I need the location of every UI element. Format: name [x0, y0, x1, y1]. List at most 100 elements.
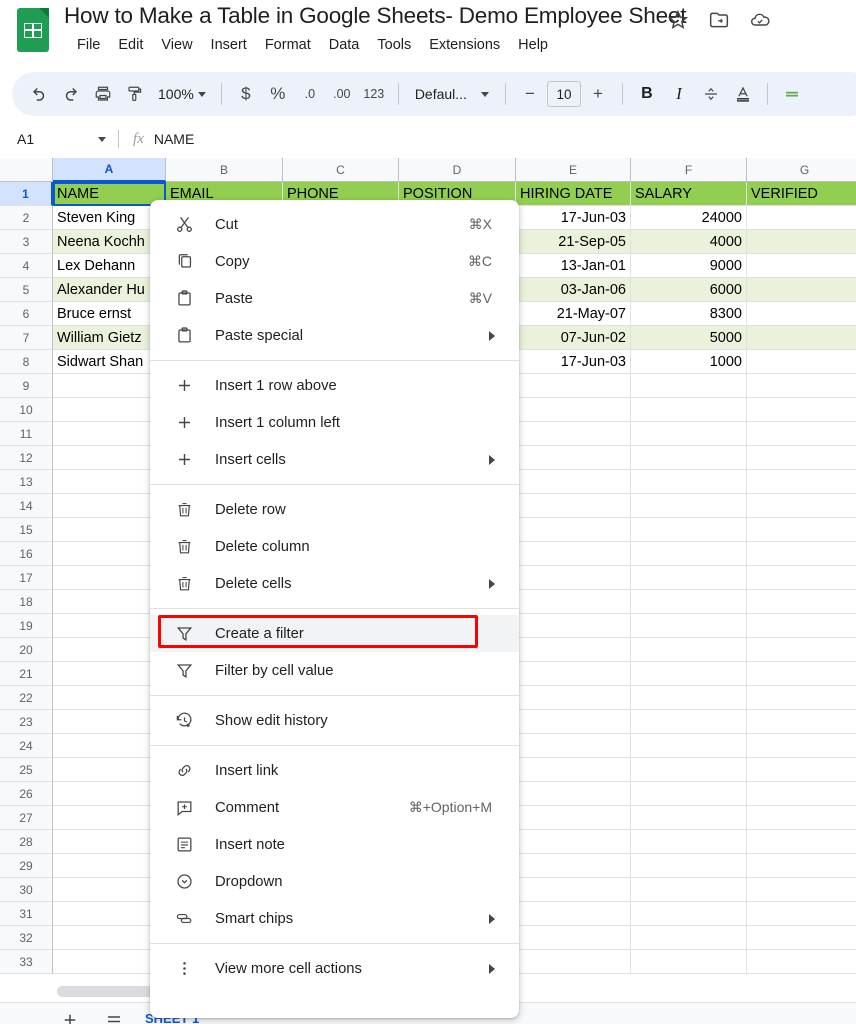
row-header-29[interactable]: 29 [0, 854, 53, 878]
select-all-corner[interactable] [0, 158, 53, 182]
cell-F29[interactable] [631, 854, 747, 878]
menu-item-insert-note[interactable]: Insert note [150, 826, 519, 863]
name-box[interactable]: A1 [0, 122, 118, 156]
menu-help[interactable]: Help [509, 35, 557, 55]
cell-E5[interactable]: 03-Jan-06 [516, 278, 631, 302]
row-header-18[interactable]: 18 [0, 590, 53, 614]
menu-item-delete-row[interactable]: Delete row [150, 491, 519, 528]
cell-G5[interactable] [747, 278, 856, 302]
cell-E13[interactable] [516, 470, 631, 494]
cell-context-menu[interactable]: Cut⌘XCopy⌘CPaste⌘VPaste specialInsert 1 … [150, 200, 519, 1018]
cell-G13[interactable] [747, 470, 856, 494]
cell-E24[interactable] [516, 734, 631, 758]
cell-F4[interactable]: 9000 [631, 254, 747, 278]
menu-item-create-a-filter[interactable]: Create a filter [150, 615, 519, 652]
row-header-33[interactable]: 33 [0, 950, 53, 974]
percent-format-button[interactable]: % [263, 79, 293, 109]
text-color-button[interactable] [728, 79, 758, 109]
cell-F27[interactable] [631, 806, 747, 830]
menu-item-smart-chips[interactable]: Smart chips [150, 900, 519, 937]
cell-F33[interactable] [631, 950, 747, 974]
cell-G14[interactable] [747, 494, 856, 518]
cell-F14[interactable] [631, 494, 747, 518]
cell-F25[interactable] [631, 758, 747, 782]
menu-item-insert-1-row-above[interactable]: Insert 1 row above [150, 367, 519, 404]
menu-item-delete-cells[interactable]: Delete cells [150, 565, 519, 602]
row-header-9[interactable]: 9 [0, 374, 53, 398]
cell-F5[interactable]: 6000 [631, 278, 747, 302]
cell-G17[interactable] [747, 566, 856, 590]
cell-G8[interactable] [747, 350, 856, 374]
cell-E16[interactable] [516, 542, 631, 566]
star-icon[interactable] [668, 10, 688, 30]
column-header-b[interactable]: B [166, 158, 283, 182]
cell-G2[interactable] [747, 206, 856, 230]
cell-G21[interactable] [747, 662, 856, 686]
undo-icon[interactable] [24, 79, 54, 109]
increase-decimal-button[interactable]: .00 [327, 79, 357, 109]
cell-E32[interactable] [516, 926, 631, 950]
row-header-10[interactable]: 10 [0, 398, 53, 422]
menu-format[interactable]: Format [256, 35, 320, 55]
font-size-input[interactable]: 10 [547, 81, 581, 107]
menu-item-paste-special[interactable]: Paste special [150, 317, 519, 354]
cell-G27[interactable] [747, 806, 856, 830]
cell-F20[interactable] [631, 638, 747, 662]
move-to-folder-icon[interactable] [709, 10, 729, 30]
cell-F9[interactable] [631, 374, 747, 398]
cell-F11[interactable] [631, 422, 747, 446]
row-header-2[interactable]: 2 [0, 206, 53, 230]
cloud-saved-icon[interactable] [750, 10, 770, 30]
row-header-15[interactable]: 15 [0, 518, 53, 542]
print-icon[interactable] [88, 79, 118, 109]
google-sheets-icon[interactable] [17, 8, 49, 52]
cell-G1[interactable]: VERIFIED [747, 182, 856, 206]
cell-F26[interactable] [631, 782, 747, 806]
cell-E25[interactable] [516, 758, 631, 782]
cell-F2[interactable]: 24000 [631, 206, 747, 230]
menu-item-insert-cells[interactable]: Insert cells [150, 441, 519, 478]
more-formats-button[interactable]: 123 [359, 79, 389, 109]
row-header-17[interactable]: 17 [0, 566, 53, 590]
row-header-22[interactable]: 22 [0, 686, 53, 710]
cell-G25[interactable] [747, 758, 856, 782]
cell-E29[interactable] [516, 854, 631, 878]
cell-E15[interactable] [516, 518, 631, 542]
zoom-control[interactable]: 100% [152, 79, 212, 109]
cell-G29[interactable] [747, 854, 856, 878]
cell-E8[interactable]: 17-Jun-03 [516, 350, 631, 374]
cell-F12[interactable] [631, 446, 747, 470]
formula-input[interactable]: NAME [154, 131, 194, 147]
cell-G31[interactable] [747, 902, 856, 926]
menu-tools[interactable]: Tools [368, 35, 420, 55]
cell-G16[interactable] [747, 542, 856, 566]
cell-G9[interactable] [747, 374, 856, 398]
column-header-a[interactable]: A [53, 158, 166, 182]
row-header-12[interactable]: 12 [0, 446, 53, 470]
cell-E17[interactable] [516, 566, 631, 590]
cell-G12[interactable] [747, 446, 856, 470]
row-header-25[interactable]: 25 [0, 758, 53, 782]
cell-F16[interactable] [631, 542, 747, 566]
menu-item-view-more-cell-actions[interactable]: View more cell actions [150, 950, 519, 987]
cell-E20[interactable] [516, 638, 631, 662]
row-header-11[interactable]: 11 [0, 422, 53, 446]
cell-F30[interactable] [631, 878, 747, 902]
row-header-5[interactable]: 5 [0, 278, 53, 302]
row-header-26[interactable]: 26 [0, 782, 53, 806]
cell-E23[interactable] [516, 710, 631, 734]
cell-E6[interactable]: 21-May-07 [516, 302, 631, 326]
italic-button[interactable]: I [664, 79, 694, 109]
row-header-7[interactable]: 7 [0, 326, 53, 350]
column-header-e[interactable]: E [516, 158, 631, 182]
decrease-decimal-button[interactable]: .0 [295, 79, 325, 109]
menu-view[interactable]: View [152, 35, 201, 55]
row-header-21[interactable]: 21 [0, 662, 53, 686]
cell-E11[interactable] [516, 422, 631, 446]
row-header-6[interactable]: 6 [0, 302, 53, 326]
menu-item-insert-1-column-left[interactable]: Insert 1 column left [150, 404, 519, 441]
cell-G3[interactable] [747, 230, 856, 254]
row-header-23[interactable]: 23 [0, 710, 53, 734]
cell-F31[interactable] [631, 902, 747, 926]
row-header-31[interactable]: 31 [0, 902, 53, 926]
